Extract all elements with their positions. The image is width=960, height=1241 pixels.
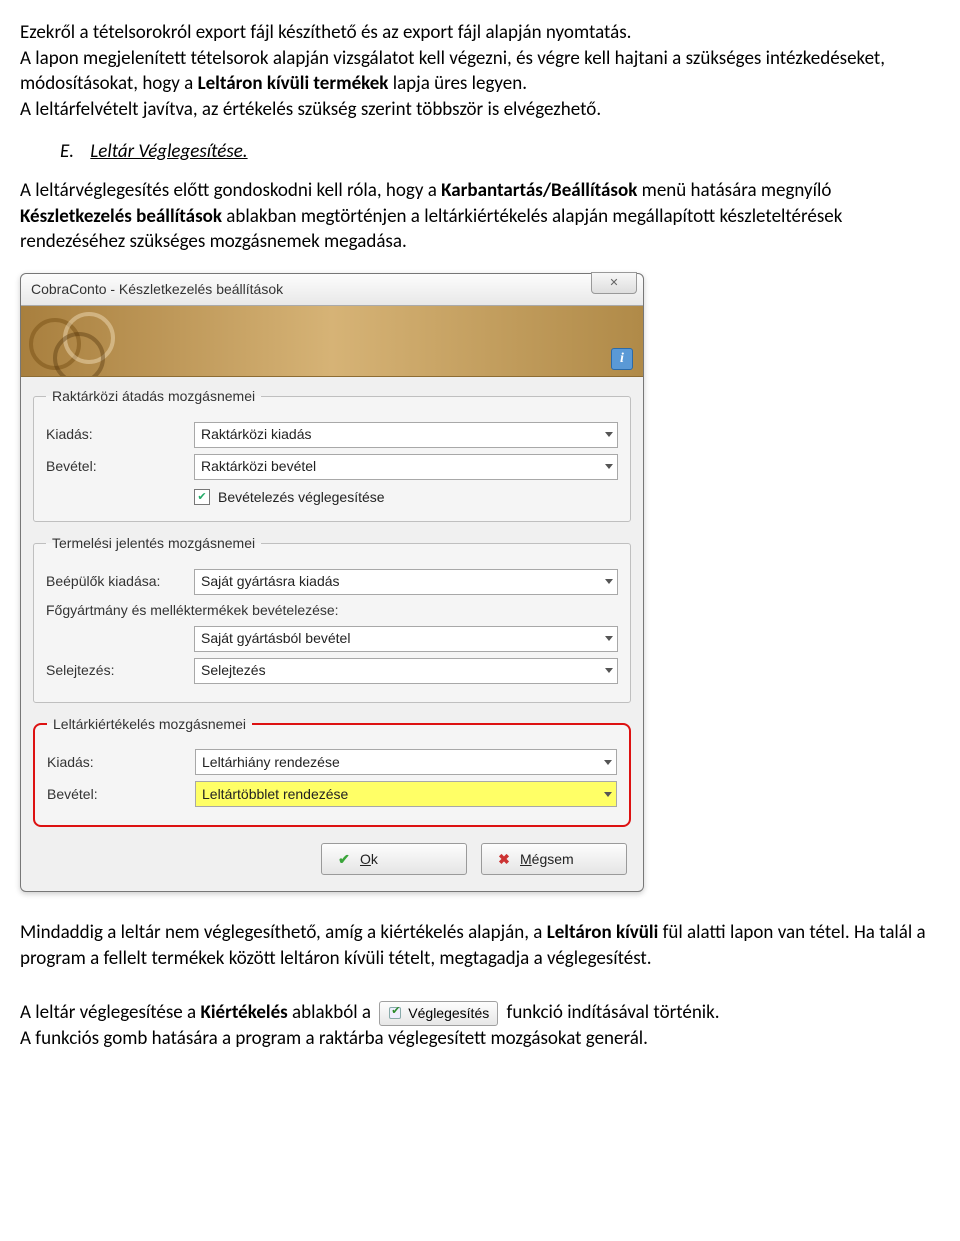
group-legend: Raktárközi átadás mozgásnemei: [46, 387, 261, 406]
group-raktarkozi: Raktárközi átadás mozgásnemei Kiadás: Ra…: [33, 387, 631, 522]
bevetel-dropdown[interactable]: Raktárközi bevétel: [194, 454, 618, 480]
text: A leltárfelvételt javítva, az értékelés …: [20, 98, 601, 121]
chevron-down-icon: [605, 668, 613, 673]
paragraph-2: A leltárvéglegesítés előtt gondoskodni k…: [20, 178, 940, 255]
paragraph-1: Ezekről a tételsorokról export fájl kész…: [20, 20, 940, 123]
cancel-underline: M: [520, 851, 532, 867]
dropdown-value: Leltártöbblet rendezése: [202, 785, 348, 804]
bold-text: Leltáron kívüli: [547, 921, 659, 944]
window-title: CobraConto - Készletkezelés beállítások: [31, 280, 283, 299]
group-legend: Leltárkiértékelés mozgásnemei: [47, 715, 252, 734]
window-body: Raktárközi átadás mozgásnemei Kiadás: Ra…: [21, 377, 643, 891]
section-letter: E.: [60, 139, 86, 165]
text: A funkciós gomb hatására a program a rak…: [20, 1027, 648, 1050]
fogy-dropdown[interactable]: Saját gyártásból bevétel: [194, 626, 618, 652]
banner-decoration: [29, 312, 129, 372]
selejt-label: Selejtezés:: [46, 661, 194, 680]
cancel-rest: égsem: [532, 851, 574, 867]
beepulok-label: Beépülők kiadása:: [46, 572, 194, 591]
group-legend: Termelési jelentés mozgásnemei: [46, 534, 261, 553]
text: A leltárvéglegesítés előtt gondoskodni k…: [20, 179, 441, 202]
settings-dialog-screenshot: CobraConto - Készletkezelés beállítások …: [20, 273, 940, 892]
text: Mindaddig a leltár nem véglegesíthető, a…: [20, 921, 547, 944]
kiadas-label: Kiadás:: [47, 753, 195, 772]
group-termelesi: Termelési jelentés mozgásnemei Beépülők …: [33, 534, 631, 703]
text: funkció indításával történik.: [502, 1001, 719, 1024]
bold-text: Karbantartás/Beállítások: [441, 179, 637, 202]
selejt-dropdown[interactable]: Selejtezés: [194, 658, 618, 684]
group-leltar-highlight: Leltárkiértékelés mozgásnemei Kiadás: Le…: [33, 715, 631, 828]
window-banner: i: [21, 306, 643, 377]
ok-button[interactable]: ✔ Ok: [321, 843, 467, 875]
chevron-down-icon: [605, 464, 613, 469]
paragraph-3: Mindaddig a leltár nem véglegesíthető, a…: [20, 920, 940, 971]
dialog-button-bar: ✔ Ok ✖ Mégsem: [33, 839, 631, 879]
check-icon: ✔: [336, 851, 352, 867]
settings-window: CobraConto - Készletkezelés beállítások …: [20, 273, 644, 892]
cross-icon: ✖: [496, 851, 512, 867]
dropdown-value: Raktárközi kiadás: [201, 425, 312, 444]
text: menü hatására megnyíló: [637, 179, 831, 202]
ok-underline: O: [360, 851, 371, 867]
section-title: Leltár Véglegesítése.: [90, 140, 247, 163]
finalize-button-label: Véglegesítés: [408, 1004, 489, 1023]
dropdown-value: Leltárhiány rendezése: [202, 753, 340, 772]
text: lapja üres legyen.: [388, 72, 527, 95]
dropdown-value: Raktárközi bevétel: [201, 457, 316, 476]
check-icon: [388, 1006, 402, 1020]
bold-text: Kiértékelés: [200, 1001, 287, 1024]
leltartobblet-dropdown[interactable]: Leltártöbblet rendezése: [195, 781, 617, 807]
info-icon[interactable]: i: [611, 348, 633, 370]
chevron-down-icon: [605, 636, 613, 641]
bold-text: Készletkezelés beállítások: [20, 205, 222, 228]
chevron-down-icon: [605, 432, 613, 437]
cancel-button[interactable]: ✖ Mégsem: [481, 843, 627, 875]
beepulok-dropdown[interactable]: Saját gyártásra kiadás: [194, 569, 618, 595]
bold-text: Leltáron kívüli termékek: [198, 72, 389, 95]
text: A leltár véglegesítése a: [20, 1001, 200, 1024]
finalize-button[interactable]: Véglegesítés: [379, 1001, 498, 1026]
finalize-checkbox[interactable]: ✔: [194, 489, 210, 505]
close-icon: ✕: [609, 276, 618, 291]
dropdown-value: Saját gyártásból bevétel: [201, 629, 350, 648]
bevetel-label: Bevétel:: [46, 457, 194, 476]
bevetel-label: Bevétel:: [47, 785, 195, 804]
window-titlebar: CobraConto - Készletkezelés beállítások …: [21, 274, 643, 306]
kiadas-label: Kiadás:: [46, 425, 194, 444]
kiadas-dropdown[interactable]: Raktárközi kiadás: [194, 422, 618, 448]
section-heading: E. Leltár Véglegesítése.: [60, 139, 940, 165]
text: ablakból a: [288, 1001, 376, 1024]
chevron-down-icon: [605, 579, 613, 584]
chevron-down-icon: [604, 792, 612, 797]
text: Ezekről a tételsorokról export fájl kész…: [20, 21, 631, 44]
checkbox-label: Bevételezés véglegesítése: [218, 488, 385, 507]
leltarhiany-dropdown[interactable]: Leltárhiány rendezése: [195, 749, 617, 775]
chevron-down-icon: [604, 760, 612, 765]
dropdown-value: Saját gyártásra kiadás: [201, 572, 340, 591]
ok-rest: k: [371, 851, 378, 867]
paragraph-4: A leltár véglegesítése a Kiértékelés abl…: [20, 1000, 940, 1052]
close-button[interactable]: ✕: [591, 272, 637, 294]
fogy-label: Főgyártmány és melléktermékek bevételezé…: [46, 601, 618, 620]
dropdown-value: Selejtezés: [201, 661, 266, 680]
